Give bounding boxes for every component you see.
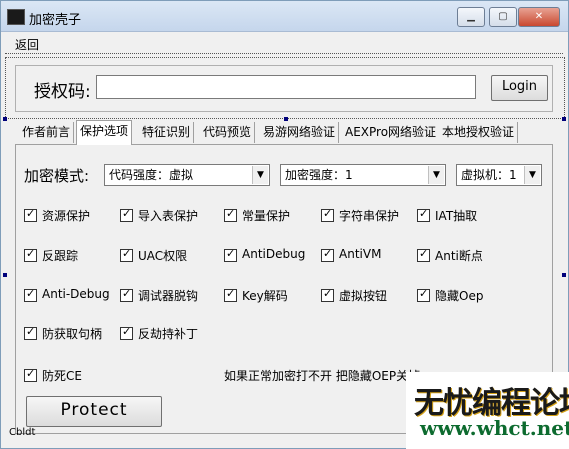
resize-handle[interactable] — [562, 117, 566, 121]
checkbox-icon — [120, 287, 133, 302]
chevron-down-icon: ▼ — [428, 166, 444, 184]
resize-handle[interactable] — [284, 117, 288, 121]
checkbox-icon — [120, 325, 133, 340]
app-icon — [7, 9, 25, 25]
checkbox-icon — [224, 287, 237, 302]
tab-code-preview[interactable]: 代码预览 — [200, 122, 256, 143]
checkbox-label: IAT抽取 — [435, 209, 478, 223]
login-button[interactable]: Login — [491, 75, 548, 101]
code-strength-select[interactable]: 代码强度：虚拟 ▼ — [104, 164, 270, 186]
vm-select[interactable]: 虚拟机：1 ▼ — [456, 164, 542, 186]
checkbox-icon — [224, 207, 237, 222]
encrypt-strength-value: 加密强度：1 — [285, 168, 353, 182]
tab-yiyou-network-auth[interactable]: 易游网络验证 — [260, 122, 340, 143]
status-text: Cbldt — [9, 427, 36, 438]
checkbox-icon — [224, 247, 237, 262]
tab-local-auth[interactable]: 本地授权验证 — [439, 122, 519, 143]
checkbox-label: Key解码 — [242, 289, 288, 303]
checkbox-label: 字符串保护 — [339, 209, 400, 223]
checkbox-label: 隐藏Oep — [435, 289, 484, 303]
menu-bar: 返回 — [5, 33, 563, 54]
checkbox-label: AntiDebug — [242, 247, 306, 261]
checkbox-label: 常量保护 — [242, 209, 291, 223]
checkbox-label: 防获取句柄 — [42, 327, 103, 341]
checkbox-label: 防死CE — [42, 369, 82, 383]
auth-group: 授权码: Login — [15, 65, 553, 112]
auth-code-input[interactable] — [96, 75, 476, 99]
window-title: 加密壳子 — [29, 13, 82, 28]
checkbox-label: AntiVM — [339, 247, 382, 261]
maximize-button[interactable]: ▢ — [489, 7, 517, 27]
resize-handle[interactable] — [3, 117, 7, 121]
checkbox-icon — [321, 207, 334, 222]
checkbox-icon — [120, 247, 133, 262]
resize-handle[interactable] — [562, 273, 566, 277]
checkbox-icon — [24, 325, 37, 340]
checkbox-icon — [321, 247, 334, 262]
hint-text: 如果正常加密打不开 把隐藏OEP关掉 — [224, 369, 421, 383]
forum-watermark: 无忧编程论坛 www.whct.net — [406, 372, 569, 449]
chevron-down-icon: ▼ — [524, 166, 540, 184]
checkbox-icon — [24, 367, 37, 382]
code-strength-value: 代码强度：虚拟 — [109, 168, 194, 182]
protect-button[interactable]: Protect — [26, 396, 162, 427]
checkbox-label: 导入表保护 — [138, 209, 199, 223]
checkbox-label: 资源保护 — [42, 209, 91, 223]
tab-protection-options[interactable]: 保护选项 — [76, 120, 133, 145]
encrypt-strength-select[interactable]: 加密强度：1 ▼ — [280, 164, 446, 186]
checkbox-icon — [321, 287, 334, 302]
encrypt-mode-label: 加密模式: — [24, 167, 90, 185]
checkbox-icon — [24, 287, 37, 302]
resize-handle[interactable] — [3, 273, 7, 277]
checkbox-icon — [24, 247, 37, 262]
checkbox-icon — [24, 207, 37, 222]
chevron-down-icon: ▼ — [252, 166, 268, 184]
menu-back[interactable]: 返回 — [15, 36, 39, 53]
close-button[interactable]: ✕ — [518, 7, 560, 27]
minimize-button[interactable]: ▁ — [457, 7, 485, 27]
checkbox-label: Anti-Debug — [42, 287, 110, 301]
tab-author-preface[interactable]: 作者前言 — [19, 122, 75, 143]
checkbox-label: UAC权限 — [138, 249, 188, 263]
checkbox-icon — [417, 247, 430, 262]
checkbox-label: Anti断点 — [435, 249, 483, 263]
checkbox-icon — [417, 207, 430, 222]
checkbox-label: 调试器脱钩 — [138, 289, 199, 303]
tab-aexpro-network-auth[interactable]: AEXPro网络验证 — [342, 122, 441, 143]
vm-value: 虚拟机：1 — [461, 168, 517, 182]
auth-label: 授权码: — [34, 82, 91, 102]
checkbox-label: 虚拟按钮 — [339, 289, 388, 303]
tab-signature-recognition[interactable]: 特征识别 — [139, 122, 195, 143]
watermark-url: www.whct.net — [420, 416, 569, 440]
checkbox-label: 反跟踪 — [42, 249, 79, 263]
checkbox-icon — [417, 287, 430, 302]
checkbox-label: 反劫持补丁 — [138, 327, 199, 341]
title-bar[interactable]: 加密壳子 ▁ ▢ ✕ — [1, 1, 568, 32]
checkbox-icon — [120, 207, 133, 222]
